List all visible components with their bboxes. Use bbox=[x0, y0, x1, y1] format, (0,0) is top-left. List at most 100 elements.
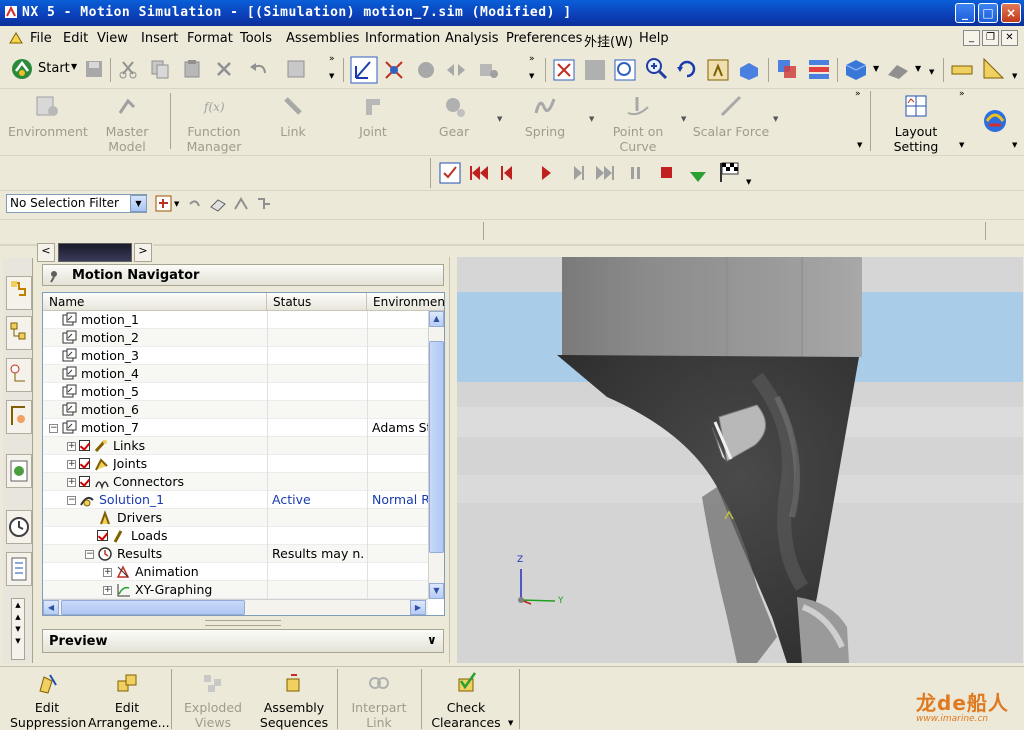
tree-row[interactable]: Drivers bbox=[43, 509, 428, 527]
orient-view-icon[interactable] bbox=[737, 58, 761, 82]
scroll-down-button[interactable]: ▼ bbox=[429, 583, 444, 599]
delete-icon[interactable] bbox=[214, 59, 234, 79]
cut-icon[interactable] bbox=[118, 59, 140, 79]
mdi-close-button[interactable]: ✕ bbox=[1001, 30, 1018, 46]
master-model-button[interactable]: Master Model bbox=[97, 93, 157, 154]
fit-view-icon[interactable] bbox=[552, 58, 576, 82]
fast-forward-icon[interactable] bbox=[594, 163, 618, 183]
expand-toggle-icon[interactable]: + bbox=[103, 568, 112, 577]
save-icon[interactable] bbox=[84, 59, 104, 79]
scalar-force-dropdown-icon[interactable]: ▼ bbox=[773, 115, 778, 123]
layout-setting-button[interactable]: Layout Setting bbox=[878, 93, 954, 154]
tree-row[interactable]: + Joints bbox=[43, 455, 428, 473]
collapse-toggle-icon[interactable]: − bbox=[67, 496, 76, 505]
graphics-viewport[interactable]: Z Y bbox=[457, 257, 1023, 663]
mdi-minimize-button[interactable]: _ bbox=[963, 30, 980, 46]
viewport-splitter[interactable] bbox=[449, 257, 457, 663]
spring-dropdown-icon[interactable]: ▼ bbox=[589, 115, 594, 123]
pan-icon[interactable] bbox=[706, 58, 730, 82]
motion-select-icon[interactable] bbox=[350, 56, 378, 84]
toolbar-overflow-icon[interactable]: » bbox=[329, 54, 335, 64]
tree-row[interactable]: + Animation bbox=[43, 563, 428, 581]
snap-settings-icon[interactable] bbox=[255, 195, 273, 213]
filter-dropdown-arrow[interactable]: ▼ bbox=[130, 195, 147, 212]
zoom-window-icon[interactable] bbox=[583, 58, 607, 82]
joint-button[interactable]: Joint bbox=[343, 93, 403, 139]
visibility-checkbox[interactable] bbox=[79, 458, 90, 469]
interpart-link-button[interactable]: Interpart Link bbox=[342, 671, 416, 730]
tree-row[interactable]: motion_5 bbox=[43, 383, 428, 401]
part-navigator-tab[interactable] bbox=[6, 316, 32, 350]
mdi-restore-button[interactable]: ❐ bbox=[982, 30, 999, 46]
menu-analysis[interactable]: Analysis bbox=[445, 31, 499, 46]
horizontal-scroll-thumb[interactable] bbox=[61, 600, 245, 615]
visibility-checkbox[interactable] bbox=[79, 476, 90, 487]
type-filter-icon[interactable] bbox=[155, 195, 173, 213]
selection-filter-dropdown[interactable]: No Selection Filter bbox=[6, 194, 147, 213]
tree-row[interactable]: + Links bbox=[43, 437, 428, 455]
menu-information[interactable]: Information bbox=[365, 31, 440, 46]
assembly-sequences-button[interactable]: Assembly Sequences bbox=[256, 671, 332, 730]
column-header-environment[interactable]: Environment bbox=[367, 293, 444, 311]
history-tab[interactable] bbox=[6, 454, 32, 488]
zoom-icon[interactable] bbox=[644, 56, 668, 80]
tree-row[interactable]: − Solution_1 Active Normal R bbox=[43, 491, 428, 509]
point-on-curve-dropdown-icon[interactable]: ▼ bbox=[681, 115, 686, 123]
menu-preferences[interactable]: Preferences bbox=[506, 31, 582, 46]
deselect-all-icon[interactable] bbox=[208, 195, 228, 213]
constraint-tool-icon[interactable] bbox=[476, 58, 500, 82]
tree-vertical-scrollbar[interactable]: ▲ ▼ bbox=[428, 311, 444, 599]
undo-icon[interactable] bbox=[248, 59, 270, 79]
nav-scroll-right-button[interactable]: > bbox=[134, 243, 152, 262]
nav-scroll-left-button[interactable]: < bbox=[37, 243, 55, 262]
restore-button[interactable]: □ bbox=[978, 3, 998, 23]
column-header-status[interactable]: Status bbox=[267, 293, 367, 311]
roles-tab[interactable] bbox=[6, 552, 32, 586]
gear-dropdown-icon[interactable]: ▼ bbox=[497, 115, 502, 123]
expand-toggle-icon[interactable]: + bbox=[67, 442, 76, 451]
nx-logo-icon[interactable] bbox=[981, 107, 1009, 135]
animation-icon[interactable] bbox=[438, 161, 462, 185]
menu-plugin[interactable]: 外挂(W) bbox=[584, 31, 633, 50]
visibility-checkbox[interactable] bbox=[79, 440, 90, 451]
menu-assemblies[interactable]: Assemblies bbox=[286, 31, 359, 46]
connector-tool-icon[interactable] bbox=[444, 58, 468, 82]
stop-icon[interactable] bbox=[657, 163, 677, 183]
tree-horizontal-scrollbar[interactable]: ◀ ▶ bbox=[43, 599, 428, 615]
measure-angle-icon[interactable] bbox=[981, 56, 1007, 82]
motion-navigator-tab[interactable] bbox=[6, 400, 32, 434]
paste-icon[interactable] bbox=[182, 59, 202, 79]
minimize-button[interactable]: _ bbox=[955, 3, 975, 23]
app-menu-icon[interactable] bbox=[8, 31, 24, 46]
tree-row[interactable]: motion_2 bbox=[43, 329, 428, 347]
expand-toggle-icon[interactable]: + bbox=[67, 460, 76, 469]
tree-row[interactable]: motion_3 bbox=[43, 347, 428, 365]
start-dropdown-icon[interactable]: ▼ bbox=[71, 62, 77, 71]
collapse-toggle-icon[interactable]: − bbox=[49, 424, 58, 433]
step-forward-icon[interactable] bbox=[568, 163, 588, 183]
pause-icon[interactable] bbox=[626, 163, 646, 183]
check-clearances-button[interactable]: Check Clearances bbox=[426, 671, 506, 730]
menu-edit[interactable]: Edit bbox=[63, 31, 88, 46]
scroll-right-button[interactable]: ▶ bbox=[410, 600, 426, 615]
scalar-force-button[interactable]: Scalar Force bbox=[692, 93, 770, 139]
clock-tab[interactable] bbox=[6, 510, 32, 544]
panel-splitter[interactable] bbox=[205, 620, 281, 626]
point-on-curve-button[interactable]: Point on Curve bbox=[606, 93, 670, 154]
constraint-navigator-tab[interactable] bbox=[6, 358, 32, 392]
zoom-box-icon[interactable] bbox=[613, 58, 637, 82]
scroll-up-button[interactable]: ▲ bbox=[429, 311, 444, 327]
pin-icon[interactable] bbox=[47, 269, 61, 283]
tree-row[interactable]: motion_6 bbox=[43, 401, 428, 419]
collapse-toggle-icon[interactable]: − bbox=[85, 550, 94, 559]
spring-button[interactable]: Spring bbox=[515, 93, 575, 139]
vertical-scroll-thumb[interactable] bbox=[429, 341, 444, 553]
resource-bar-scroller[interactable]: ▲ ▲ ▼ ▼ bbox=[11, 598, 25, 660]
tree-row[interactable]: + Connectors bbox=[43, 473, 428, 491]
edit-suppression-button[interactable]: Edit Suppression bbox=[10, 671, 86, 730]
visibility-checkbox[interactable] bbox=[97, 530, 108, 541]
preview-section[interactable]: Preview ∨ bbox=[42, 629, 444, 653]
loop-mode-icon[interactable] bbox=[687, 165, 709, 185]
link-select-icon[interactable] bbox=[382, 58, 406, 82]
layer-icon[interactable] bbox=[775, 57, 801, 83]
